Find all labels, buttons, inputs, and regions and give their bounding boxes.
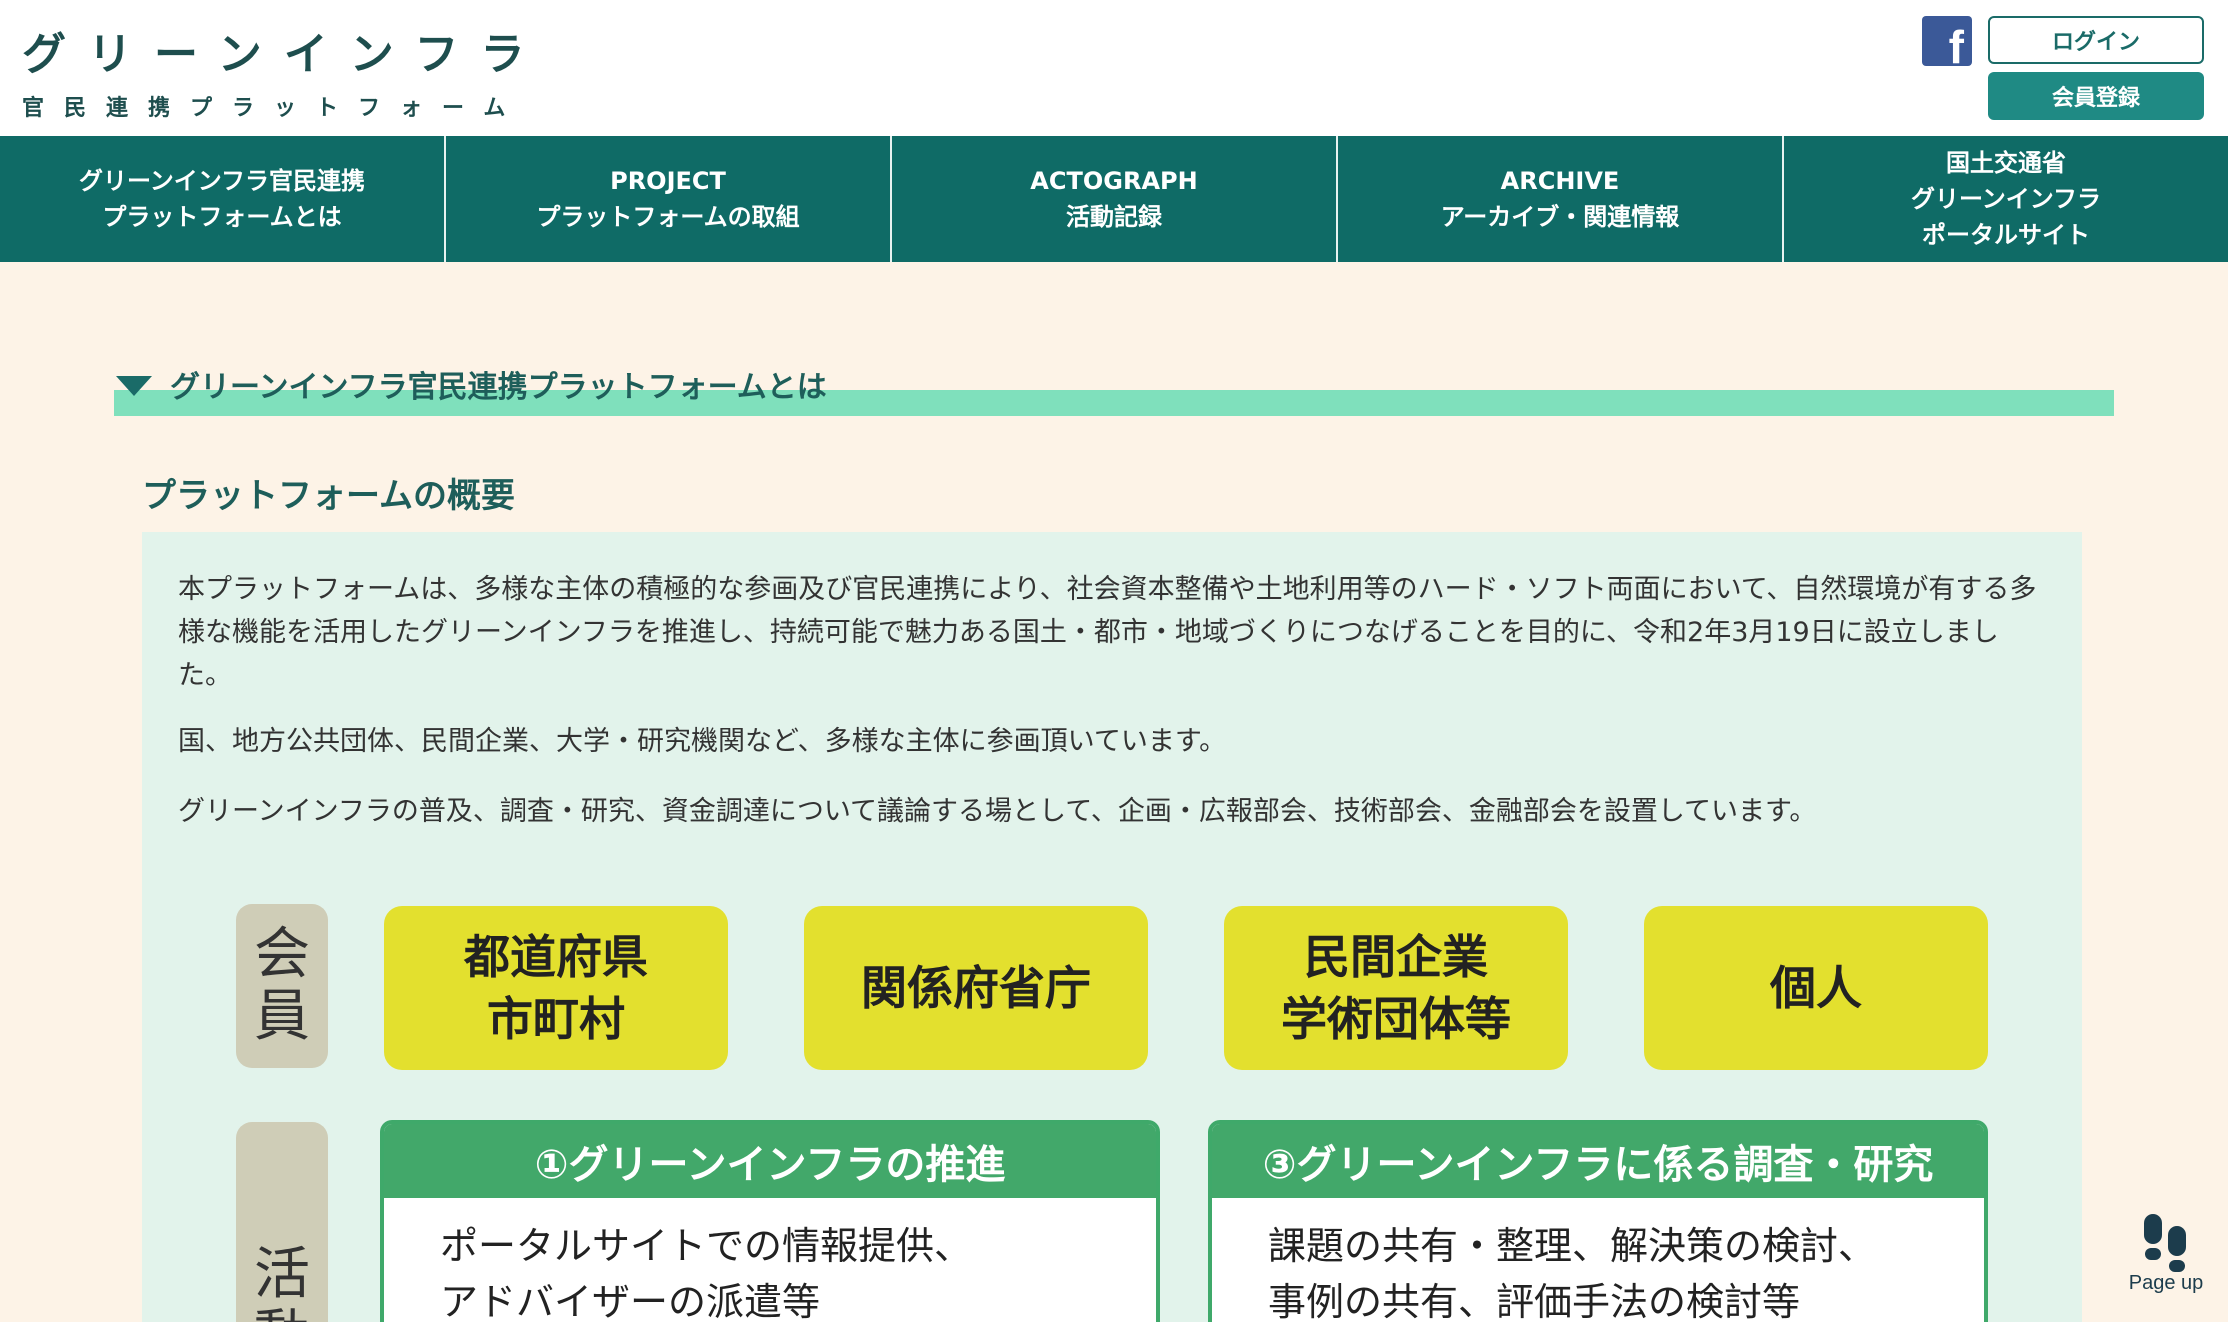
member-box-ministries: 関係府省庁 [804,906,1148,1070]
register-button[interactable]: 会員登録 [1988,72,2204,120]
member-label-line: 関係府省庁 [861,961,1091,1015]
activity-label: 活 動 [236,1122,328,1322]
member-box-individual: 個人 [1644,906,1988,1070]
activity-card-research: ③グリーンインフラに係る調査・研究 課題の共有・整理、解決策の検討、 事例の共有… [1208,1120,1988,1322]
overview-paragraph: グリーンインフラの普及、調査・研究、資金調達について議論する場として、企画・広報… [178,796,1817,827]
activity-card-line: 課題の共有・整理、解決策の検討、 [1268,1224,1877,1268]
nav-item-about[interactable]: グリーンインフラ官民連携 プラットフォームとは [0,136,446,262]
member-label-line: 個人 [1770,961,1862,1015]
overview-title: プラットフォームの概要 [142,476,515,516]
site-header: グリーンインフラ 官民連携プラットフォーム f ログイン 会員登録 [0,0,2228,136]
overview-paragraph: 本プラットフォームは、多様な主体の積極的な参画及び官民連携により、社会資本整備や… [178,574,2037,691]
overview-box: 本プラットフォームは、多様な主体の積極的な参画及び官民連携により、社会資本整備や… [142,532,2082,1322]
member-box-prefecture: 都道府県 市町村 [384,906,728,1070]
nav-item-actograph[interactable]: ACTOGRAPH 活動記録 [892,136,1338,262]
nav-item-label: プラットフォームの取組 [536,203,800,231]
nav-item-label: ポータルサイト [1922,221,2090,249]
section-title: グリーンインフラ官民連携プラットフォームとは [170,370,827,405]
member-label-line: 都道府県 [464,930,648,984]
member-label-char: 員 [254,984,310,1049]
member-label: 会 員 [236,904,328,1068]
facebook-icon[interactable]: f [1922,16,1972,70]
logo-title[interactable]: グリーンインフラ [22,18,546,82]
activity-label-char: 活 [254,1242,310,1307]
nav-item-label: アーカイブ・関連情報 [1440,203,1680,231]
triangle-down-icon [116,376,152,396]
page-up-button[interactable]: Page up [2118,1210,2214,1306]
nav-item-label: 活動記録 [1066,203,1162,231]
member-box-companies: 民間企業 学術団体等 [1224,906,1568,1070]
logo-subtitle[interactable]: 官民連携プラットフォーム [22,90,525,122]
nav-item-label: グリーンインフラ [1910,185,2102,213]
nav-item-label: グリーンインフラ官民連携 [78,167,366,195]
activity-label-char: 動 [254,1306,310,1322]
member-label-line: 市町村 [487,992,625,1046]
nav-item-label: ACTOGRAPH [1030,167,1198,195]
nav-item-label: プラットフォームとは [102,203,342,231]
main-nav: グリーンインフラ官民連携 プラットフォームとは PROJECT プラットフォーム… [0,136,2228,262]
nav-item-label: PROJECT [610,167,726,195]
page-up-label: Page up [2128,1272,2204,1294]
activity-card-line: アドバイザーの派遣等 [440,1280,821,1322]
overview-paragraph: 国、地方公共団体、民間企業、大学・研究機関など、多様な主体に参画頂いています。 [178,726,1227,757]
nav-item-label: 国土交通省 [1946,149,2066,177]
activity-card-promotion: ①グリーンインフラの推進 ポータルサイトでの情報提供、 アドバイザーの派遣等 [380,1120,1160,1322]
nav-item-archive[interactable]: ARCHIVE アーカイブ・関連情報 [1338,136,1784,262]
login-button[interactable]: ログイン [1988,16,2204,64]
activity-card-body: ポータルサイトでの情報提供、 アドバイザーの派遣等 [384,1198,1156,1322]
activity-card-title: ③グリーンインフラに係る調査・研究 [1212,1124,1984,1198]
nav-item-label: ARCHIVE [1500,167,1620,195]
activity-card-title: ①グリーンインフラの推進 [384,1124,1156,1198]
member-label-line: 学術団体等 [1281,992,1511,1046]
activity-card-body: 課題の共有・整理、解決策の検討、 事例の共有、評価手法の検討等 [1212,1198,1984,1322]
activity-card-line: ポータルサイトでの情報提供、 [440,1224,973,1268]
member-label-line: 民間企業 [1304,930,1488,984]
section-heading: グリーンインフラ官民連携プラットフォームとは [114,360,2114,416]
nav-item-portal[interactable]: 国土交通省 グリーンインフラ ポータルサイト [1784,136,2228,262]
activity-card-line: 事例の共有、評価手法の検討等 [1268,1280,1801,1322]
nav-item-project[interactable]: PROJECT プラットフォームの取組 [446,136,892,262]
member-label-char: 会 [254,922,310,987]
